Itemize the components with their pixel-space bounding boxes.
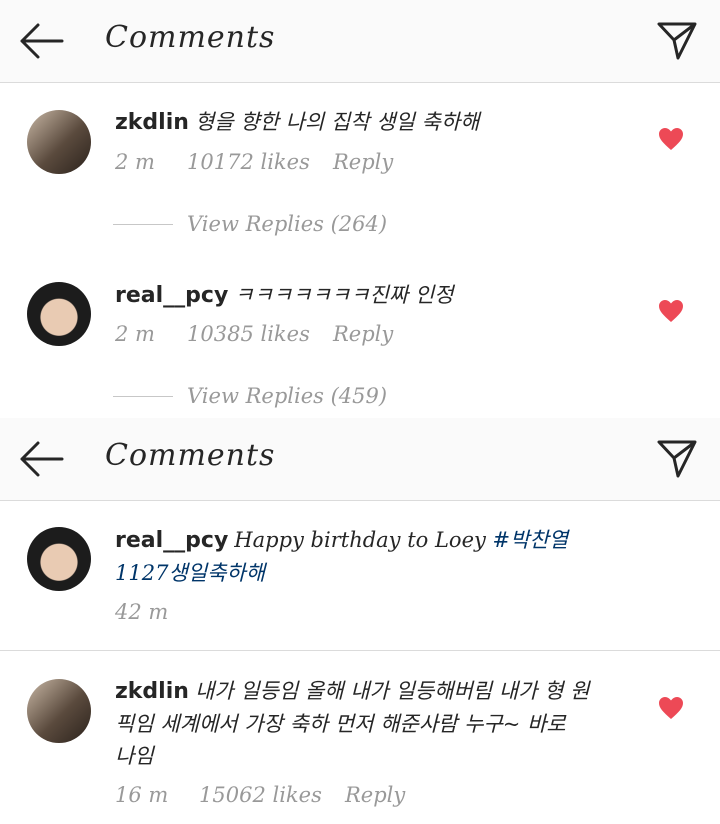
comment-body: real__pcy ㅋㅋㅋㅋㅋㅋㅋ진짜 인정 — [115, 279, 630, 312]
heart-icon[interactable] — [658, 299, 684, 323]
reply-button[interactable]: Reply — [333, 322, 393, 346]
comment-meta: 2 m 10172 likes Reply — [115, 150, 393, 174]
view-replies-button[interactable]: View Replies (459) — [113, 384, 387, 408]
view-replies-label: View Replies (459) — [187, 384, 388, 408]
back-arrow-icon[interactable] — [18, 440, 64, 478]
replies-divider-line — [113, 223, 173, 225]
comment-username[interactable]: real__pcy — [115, 283, 228, 308]
comment-meta: 16 m 15062 likes Reply — [115, 783, 405, 807]
replies-divider-line — [113, 395, 173, 397]
send-icon[interactable] — [656, 20, 698, 62]
comment-time: 42 m — [115, 600, 169, 624]
view-replies-button[interactable]: View Replies (264) — [113, 212, 387, 236]
comment-likes[interactable]: 15062 likes — [199, 783, 345, 807]
divider — [0, 650, 720, 651]
comment-text: ㅋㅋㅋㅋㅋㅋㅋ진짜 인정 — [234, 283, 454, 307]
avatar[interactable] — [27, 679, 91, 743]
comment-text: Happy birthday to Loey — [234, 528, 486, 552]
back-arrow-icon[interactable] — [18, 22, 64, 60]
comment-likes[interactable]: 10172 likes — [187, 150, 333, 174]
page-title: Comments — [105, 438, 276, 473]
comment-body: zkdlin 내가 일등임 올해 내가 일등해버림 내가 형 원픽임 세계에서 가… — [115, 675, 590, 772]
comment-username[interactable]: zkdlin — [115, 110, 189, 135]
comment-time: 2 m — [115, 322, 155, 346]
comment-time: 2 m — [115, 150, 155, 174]
avatar[interactable] — [27, 282, 91, 346]
comments-header: Comments — [0, 0, 720, 83]
avatar[interactable] — [27, 527, 91, 591]
comments-panel-top: Comments zkdlin 형을 향한 나의 집착 생일 축하해 2 m 10… — [0, 0, 720, 418]
comment-text: 형을 향한 나의 집착 생일 축하해 — [194, 110, 480, 134]
comment-meta: 42 m — [115, 600, 168, 624]
comment-body: real__pcy Happy birthday to Loey #박찬열1127… — [115, 524, 610, 589]
comment-likes[interactable]: 10385 likes — [187, 322, 333, 346]
avatar[interactable] — [27, 110, 91, 174]
comments-header: Comments — [0, 418, 720, 501]
send-icon[interactable] — [656, 438, 698, 480]
comment-meta: 2 m 10385 likes Reply — [115, 322, 393, 346]
heart-icon[interactable] — [658, 696, 684, 720]
heart-icon[interactable] — [658, 127, 684, 151]
reply-button[interactable]: Reply — [333, 150, 393, 174]
page-title: Comments — [105, 20, 276, 55]
reply-button[interactable]: Reply — [345, 783, 405, 807]
comments-panel-bottom: Comments real__pcy Happy birthday to Loey… — [0, 418, 720, 824]
comment-username[interactable]: zkdlin — [115, 679, 189, 704]
comment-body: zkdlin 형을 향한 나의 집착 생일 축하해 — [115, 106, 630, 139]
view-replies-label: View Replies (264) — [187, 212, 388, 236]
comment-username[interactable]: real__pcy — [115, 528, 228, 553]
comment-time: 16 m — [115, 783, 169, 807]
